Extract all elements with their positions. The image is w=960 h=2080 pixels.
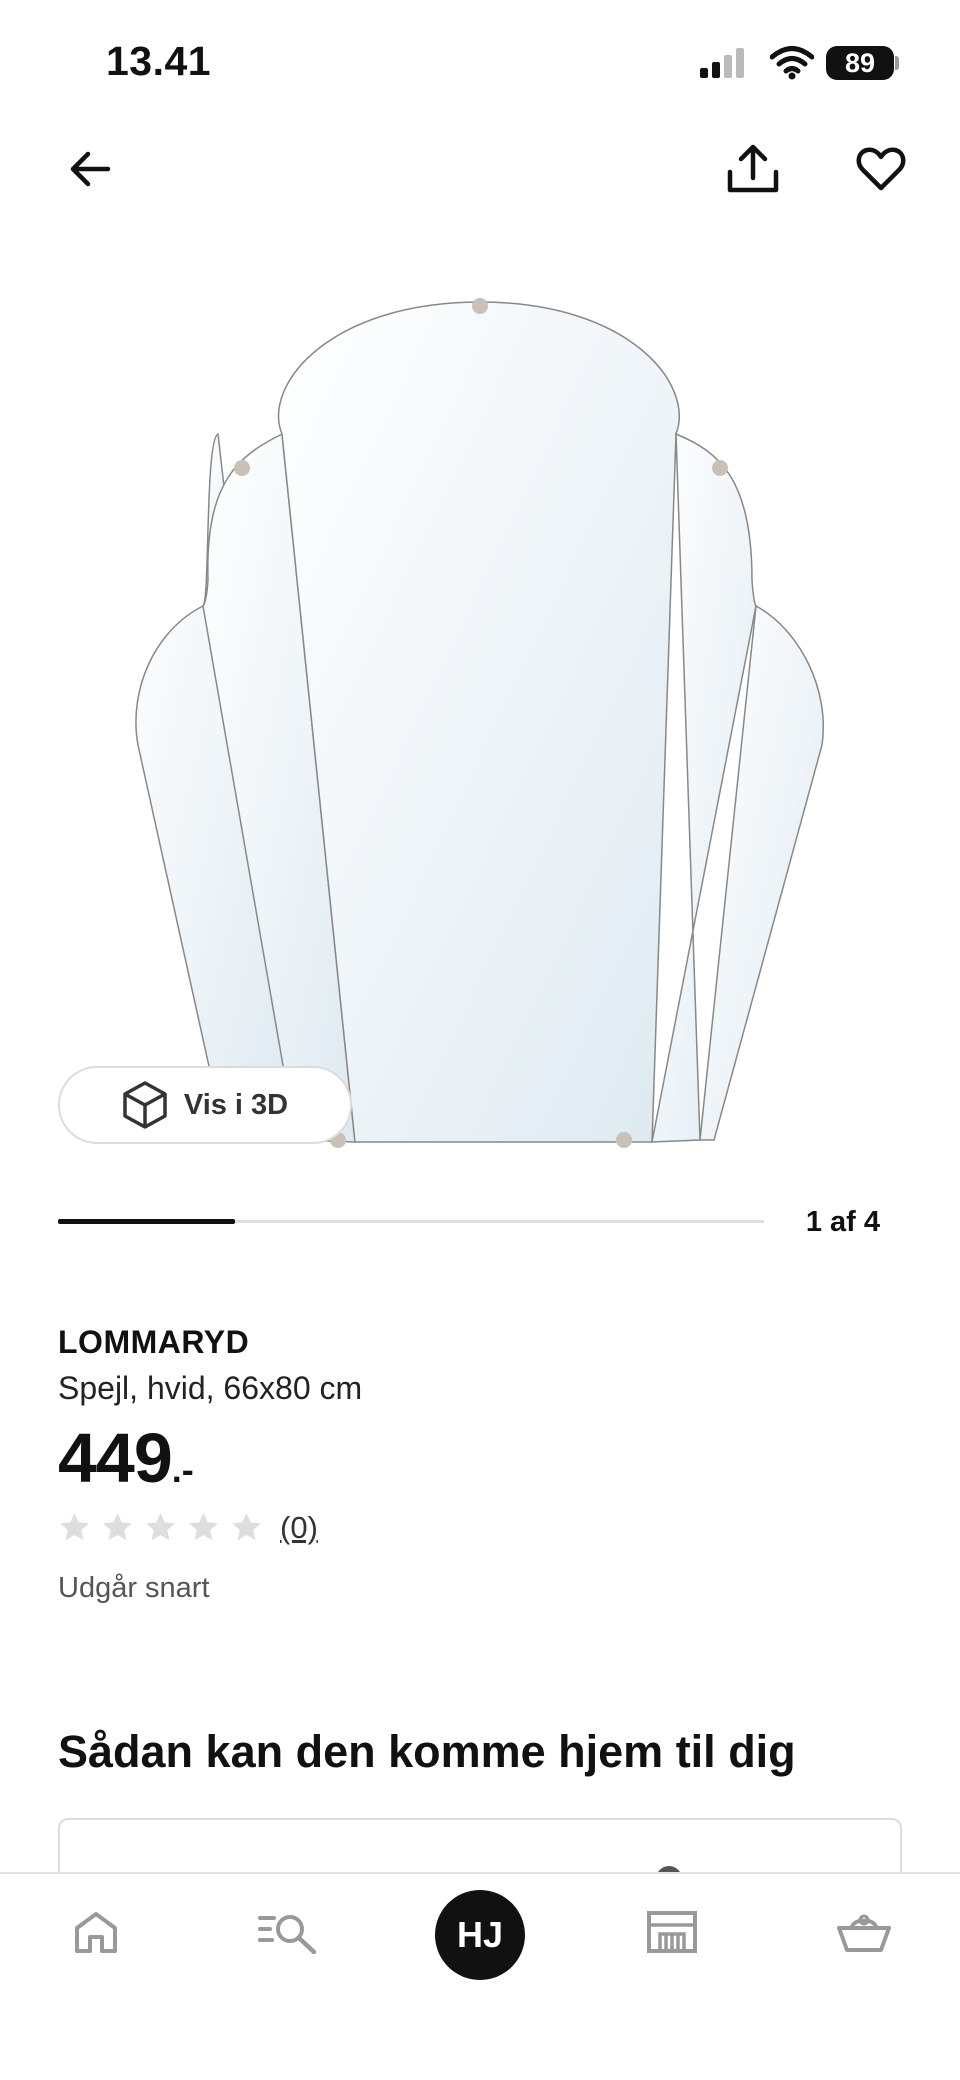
product-name: LOMMARYD <box>58 1324 250 1360</box>
favorite-button[interactable] <box>841 129 921 209</box>
star-icon <box>103 1513 132 1541</box>
share-icon <box>727 144 779 193</box>
tab-home[interactable] <box>48 1896 144 1968</box>
star-icon <box>189 1513 218 1541</box>
image-counter: 1 af 4 <box>805 1206 880 1238</box>
tab-basket[interactable] <box>816 1896 912 1968</box>
availability-status: Udgår snart <box>58 1572 210 1604</box>
store-icon <box>647 1911 697 1953</box>
price-suffix: .- <box>171 1449 194 1490</box>
star-icon <box>60 1513 89 1541</box>
view-in-3d-button[interactable]: Vis i 3D <box>58 1066 352 1144</box>
product-description: Spejl, hvid, 66x80 cm <box>58 1370 363 1406</box>
share-button[interactable] <box>713 129 793 209</box>
search-icon <box>258 1915 317 1954</box>
tab-profile-avatar[interactable]: HJ <box>435 1890 525 1980</box>
product-price: 449 .- <box>58 1418 194 1498</box>
cellular-signal-icon <box>700 48 744 78</box>
cube-3d-icon <box>123 1081 167 1129</box>
wifi-icon <box>770 46 814 80</box>
view-in-3d-label: Vis i 3D <box>183 1088 289 1121</box>
status-time: 13.41 <box>106 38 212 84</box>
rating-count-link[interactable]: (0) <box>280 1510 318 1546</box>
tab-stores[interactable] <box>624 1896 720 1968</box>
basket-icon <box>837 1914 891 1952</box>
delivery-heading: Sådan kan den komme hjem til dig <box>58 1726 796 1777</box>
star-icon <box>146 1513 175 1541</box>
home-icon <box>75 1912 117 1953</box>
battery-cap <box>895 56 899 70</box>
heart-icon <box>856 147 906 191</box>
rating-stars[interactable] <box>58 1511 263 1544</box>
arrow-left-icon <box>70 151 111 187</box>
gallery-progress-fill <box>58 1219 235 1224</box>
star-icon <box>232 1513 261 1541</box>
tab-search[interactable] <box>240 1896 336 1968</box>
battery-indicator: 89 <box>826 46 894 80</box>
price-amount: 449 <box>58 1419 173 1497</box>
back-button[interactable] <box>50 129 130 209</box>
product-image-mirror[interactable] <box>0 270 960 1160</box>
